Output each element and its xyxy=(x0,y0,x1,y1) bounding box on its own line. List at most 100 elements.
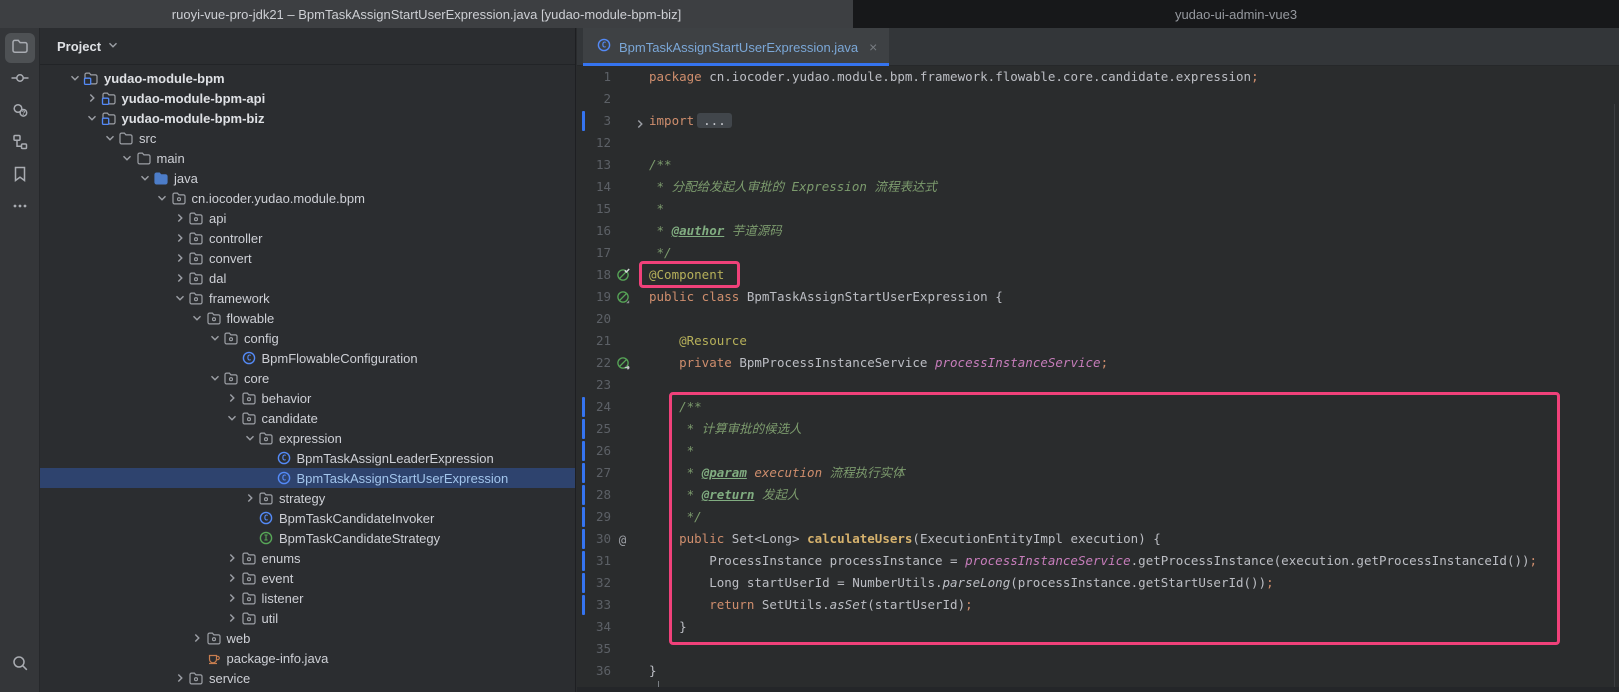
chevron-right-icon[interactable] xyxy=(171,230,188,246)
chevron-down-icon[interactable] xyxy=(206,330,223,346)
chevron-down-icon[interactable] xyxy=(189,310,206,326)
chevron-down-icon[interactable] xyxy=(136,170,153,186)
tree-item-dal[interactable]: dal xyxy=(40,268,575,288)
tree-item-yudao-module-bpm-api[interactable]: yudao-module-bpm-api xyxy=(40,88,575,108)
line-number[interactable]: 1 xyxy=(577,66,611,88)
tree-item-api[interactable]: api xyxy=(40,208,575,228)
chevron-down-icon[interactable] xyxy=(224,410,241,426)
tree-indent-spacer xyxy=(259,450,276,466)
line-number[interactable]: 14 xyxy=(577,176,611,198)
chevron-down-icon[interactable] xyxy=(154,190,171,206)
tree-item-service[interactable]: service xyxy=(40,668,575,688)
chevron-down-icon[interactable] xyxy=(171,290,188,306)
spring-bean-icon[interactable] xyxy=(611,290,634,305)
tree-item-enums[interactable]: enums xyxy=(40,548,575,568)
chevron-right-icon[interactable] xyxy=(224,570,241,586)
chevron-right-icon[interactable] xyxy=(84,90,101,106)
chevron-right-icon[interactable] xyxy=(171,210,188,226)
tree-item-behavior[interactable]: behavior xyxy=(40,388,575,408)
activity-bar-bookmarks-button[interactable] xyxy=(5,161,35,191)
activity-bar-search-button[interactable] xyxy=(5,650,35,680)
tree-item-java[interactable]: java xyxy=(40,168,575,188)
tree-item-BpmFlowableConfiguration[interactable]: CBpmFlowableConfiguration xyxy=(40,348,575,368)
tree-item-BpmTaskCandidateInvoker[interactable]: CBpmTaskCandidateInvoker xyxy=(40,508,575,528)
close-icon[interactable]: × xyxy=(869,39,877,55)
spring-autowired-icon[interactable] xyxy=(611,356,634,371)
line-number[interactable]: 13 xyxy=(577,154,611,176)
active-window-titlebar[interactable]: ruoyi-vue-pro-jdk21 – BpmTaskAssignStart… xyxy=(0,0,853,28)
tree-item-strategy[interactable]: strategy xyxy=(40,488,575,508)
tree-item-framework[interactable]: framework xyxy=(40,288,575,308)
line-number[interactable]: 16 xyxy=(577,220,611,242)
line-number[interactable]: 21 xyxy=(577,330,611,352)
background-window-titlebar[interactable]: yudao-ui-admin-vue3 xyxy=(853,0,1619,28)
code-area[interactable]: 1package cn.iocoder.yudao.module.bpm.fra… xyxy=(577,66,1619,692)
activity-bar-commit-button[interactable] xyxy=(5,65,35,95)
code-line-36: 36} xyxy=(577,660,1619,682)
line-number[interactable]: 17 xyxy=(577,242,611,264)
chevron-down-icon[interactable] xyxy=(101,130,118,146)
activity-bar-project-button[interactable] xyxy=(5,33,35,63)
tree-item-controller[interactable]: controller xyxy=(40,228,575,248)
chevron-right-icon[interactable] xyxy=(224,590,241,606)
activity-bar-pull-requests-button[interactable]: ? xyxy=(5,97,35,127)
line-number[interactable]: 34 xyxy=(577,616,611,638)
chevron-right-icon[interactable] xyxy=(171,250,188,266)
chevron-down-icon[interactable] xyxy=(84,110,101,126)
tree-item-cn.iocoder.yudao.module.bpm[interactable]: cn.iocoder.yudao.module.bpm xyxy=(40,188,575,208)
chevron-right-icon[interactable] xyxy=(189,630,206,646)
tree-item-event[interactable]: event xyxy=(40,568,575,588)
code-text: * xyxy=(649,198,664,220)
tree-item-src[interactable]: src xyxy=(40,128,575,148)
tree-item-candidate[interactable]: candidate xyxy=(40,408,575,428)
line-number[interactable]: 23 xyxy=(577,374,611,396)
tree-item-yudao-module-bpm-biz[interactable]: yudao-module-bpm-biz xyxy=(40,108,575,128)
line-number[interactable]: 15 xyxy=(577,198,611,220)
module-icon xyxy=(101,90,120,106)
line-number[interactable]: 35 xyxy=(577,638,611,660)
chevron-right-icon[interactable] xyxy=(224,550,241,566)
code-line-32: 32 Long startUserId = NumberUtils.parseL… xyxy=(577,572,1619,594)
chevron-right-icon[interactable] xyxy=(171,670,188,686)
project-panel-header[interactable]: Project xyxy=(40,28,575,65)
tree-indent-spacer xyxy=(259,470,276,486)
tree-item-label: web xyxy=(225,631,251,646)
line-number[interactable]: 19 xyxy=(577,286,611,308)
tree-item-BpmTaskCandidateStrategy[interactable]: IBpmTaskCandidateStrategy xyxy=(40,528,575,548)
line-number[interactable]: 20 xyxy=(577,308,611,330)
chevron-down-icon[interactable] xyxy=(241,430,258,446)
line-number[interactable]: 18 xyxy=(577,264,611,286)
chevron-down-icon[interactable] xyxy=(119,150,136,166)
tree-item-expression[interactable]: expression xyxy=(40,428,575,448)
chevron-down-icon[interactable] xyxy=(206,370,223,386)
tree-item-yudao-module-bpm[interactable]: yudao-module-bpm xyxy=(40,68,575,88)
line-number[interactable]: 36 xyxy=(577,660,611,682)
spring-bean-check-icon[interactable] xyxy=(611,268,634,283)
tree-item-label: config xyxy=(242,331,279,346)
editor-tab[interactable]: C BpmTaskAssignStartUserExpression.java … xyxy=(583,28,889,66)
tree-item-flowable[interactable]: flowable xyxy=(40,308,575,328)
activity-bar-structure-button[interactable] xyxy=(5,129,35,159)
fold-marker-icon[interactable] xyxy=(634,115,649,127)
chevron-right-icon[interactable] xyxy=(224,610,241,626)
tree-item-BpmTaskAssignStartUserExpression[interactable]: CBpmTaskAssignStartUserExpression xyxy=(40,468,575,488)
tree-item-package-info.java[interactable]: package-info.java xyxy=(40,648,575,668)
chevron-right-icon[interactable] xyxy=(171,270,188,286)
folded-imports-region[interactable]: ... xyxy=(697,113,732,128)
tree-item-config[interactable]: config xyxy=(40,328,575,348)
activity-bar-more-button[interactable] xyxy=(5,193,35,223)
tree-item-listener[interactable]: listener xyxy=(40,588,575,608)
line-number[interactable]: 22 xyxy=(577,352,611,374)
tree-item-main[interactable]: main xyxy=(40,148,575,168)
tree-item-BpmTaskAssignLeaderExpression[interactable]: CBpmTaskAssignLeaderExpression xyxy=(40,448,575,468)
tree-item-web[interactable]: web xyxy=(40,628,575,648)
tree-item-convert[interactable]: convert xyxy=(40,248,575,268)
chevron-right-icon[interactable] xyxy=(241,490,258,506)
tree-item-util[interactable]: util xyxy=(40,608,575,628)
at-symbol-icon[interactable]: @ xyxy=(611,532,634,547)
line-number[interactable]: 2 xyxy=(577,88,611,110)
chevron-down-icon[interactable] xyxy=(66,70,83,86)
chevron-right-icon[interactable] xyxy=(224,390,241,406)
line-number[interactable]: 12 xyxy=(577,132,611,154)
tree-item-core[interactable]: core xyxy=(40,368,575,388)
